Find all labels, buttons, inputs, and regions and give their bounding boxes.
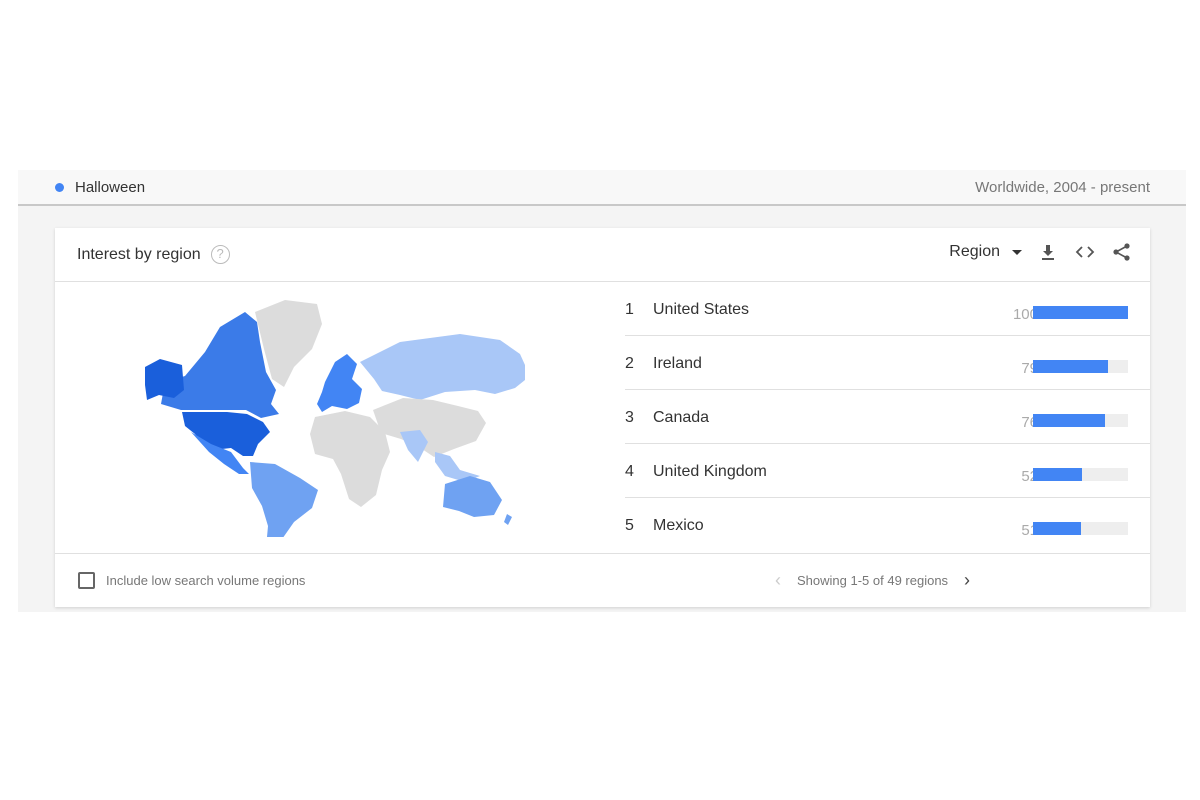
world-map[interactable]	[135, 292, 525, 537]
resolution-select[interactable]: Region	[949, 243, 1022, 261]
value-bar	[1033, 360, 1128, 373]
scope-label: Worldwide, 2004 - present	[975, 179, 1150, 196]
value-bar	[1033, 414, 1128, 427]
term-color-dot	[55, 183, 64, 192]
search-term: Halloween	[55, 179, 145, 196]
help-icon[interactable]: ?	[210, 245, 230, 264]
value-bar-fill	[1033, 360, 1109, 373]
download-icon[interactable]	[1038, 242, 1058, 262]
rank: 5	[625, 517, 634, 534]
caret-down-icon	[1012, 249, 1022, 255]
region-name: Mexico	[653, 517, 704, 534]
rank: 4	[625, 463, 634, 480]
region-row[interactable]: 4 United Kingdom 52	[625, 444, 1150, 498]
include-low-volume-label[interactable]: Include low search volume regions	[106, 573, 305, 588]
region-name: Ireland	[653, 355, 702, 372]
region-row[interactable]: 3 Canada 76	[625, 390, 1150, 444]
region-row[interactable]: 1 United States 100	[625, 282, 1150, 336]
value-bar-fill	[1033, 414, 1106, 427]
region-name: Canada	[653, 409, 710, 426]
map-europe[interactable]	[317, 354, 362, 412]
value-bar-fill	[1033, 306, 1128, 319]
rank: 2	[625, 355, 634, 372]
value-bar	[1033, 522, 1128, 535]
interest-by-region-card: Interest by region? Region 1 United State…	[55, 228, 1150, 607]
explore-panel: Halloween Worldwide, 2004 - present Inte…	[18, 170, 1186, 612]
map-australia[interactable]	[443, 476, 502, 517]
region-name: United States	[653, 301, 750, 318]
value-bar	[1033, 306, 1128, 319]
value-bar-fill	[1033, 522, 1082, 535]
map-usa[interactable]	[182, 412, 270, 456]
resolution-select-value: Region	[949, 243, 1000, 260]
prev-page-icon[interactable]: ‹	[775, 571, 781, 589]
term-label: Halloween	[75, 179, 146, 196]
region-row[interactable]: 5 Mexico 51	[625, 498, 1150, 552]
value-bar-fill	[1033, 468, 1083, 481]
rank: 3	[625, 409, 634, 426]
embed-code-icon[interactable]	[1074, 242, 1096, 262]
next-page-icon[interactable]: ›	[964, 571, 970, 589]
map-alaska[interactable]	[145, 359, 184, 400]
region-name: United Kingdom	[653, 463, 767, 480]
map-russia-asia-low[interactable]	[360, 334, 525, 400]
value-bar	[1033, 468, 1128, 481]
card-header: Interest by region? Region	[55, 228, 1150, 282]
region-list: 1 United States 100 2 Ireland 79 3 Canada 76 4…	[625, 282, 1150, 552]
pagination: ‹ Showing 1-5 of 49 regions ›	[775, 571, 970, 589]
card-title: Interest by region	[77, 245, 201, 263]
share-icon[interactable]	[1112, 242, 1132, 262]
card-footer: Include low search volume regions ‹ Show…	[55, 553, 1150, 607]
include-low-volume-checkbox[interactable]	[78, 572, 95, 589]
map-middle-east-asia[interactable]	[373, 398, 486, 457]
pagination-label: Showing 1-5 of 49 regions	[797, 572, 949, 588]
rank: 1	[625, 301, 634, 318]
term-header: Halloween Worldwide, 2004 - present	[18, 170, 1186, 206]
map-south-america[interactable]	[250, 462, 318, 537]
region-row[interactable]: 2 Ireland 79	[625, 336, 1150, 390]
map-africa[interactable]	[310, 411, 390, 507]
map-new-zealand[interactable]	[504, 514, 512, 525]
